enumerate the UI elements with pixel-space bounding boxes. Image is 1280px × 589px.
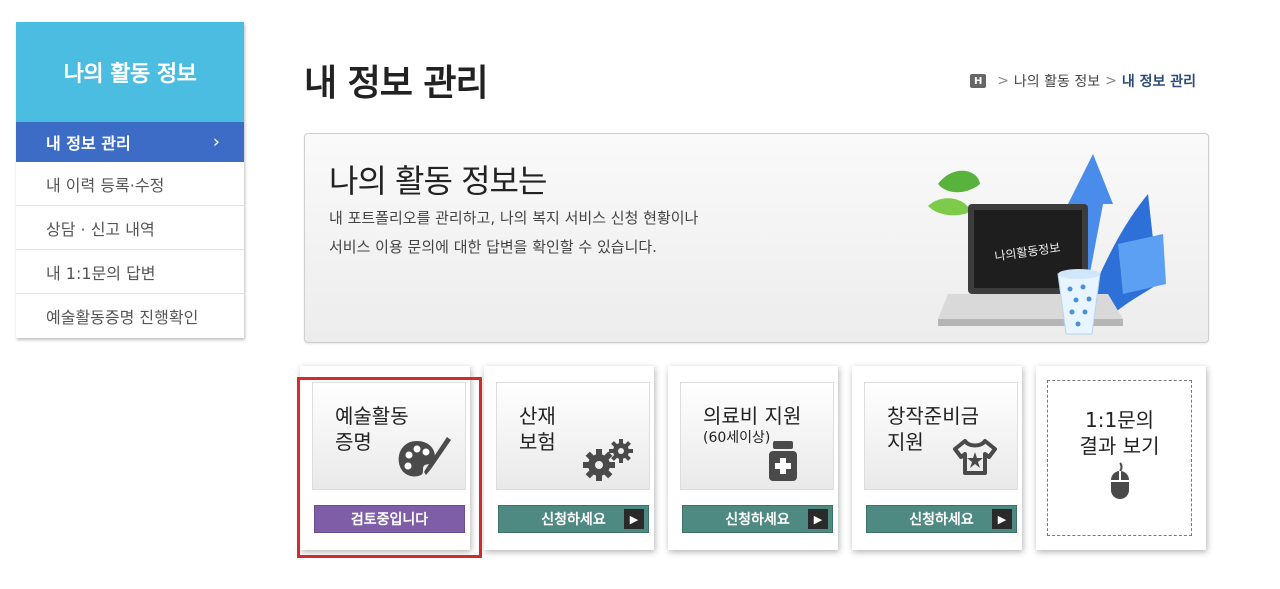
sidebar-item-label: 상담 · 신고 내역 — [46, 219, 155, 239]
card-dashed-frame: 1:1문의 결과 보기 — [1047, 380, 1192, 536]
card-title-line: 산재 — [519, 404, 556, 428]
card-industrial-insurance[interactable]: 산재 보험 신청하세요 ▶ — [484, 366, 654, 550]
card-inquiry-result[interactable]: 1:1문의 결과 보기 — [1036, 366, 1206, 550]
card-title-line: 의료비 지원 — [703, 404, 802, 428]
apply-button[interactable]: 신청하세요 ▶ — [682, 505, 833, 533]
apply-button-label: 신청하세요 — [725, 512, 790, 528]
intro-banner: 나의 활동 정보는 내 포트폴리오를 관리하고, 나의 복지 서비스 신청 현황… — [304, 133, 1209, 343]
card-title-line: 창작준비금 — [887, 404, 979, 428]
sidebar-item-art-cert[interactable]: 예술활동증명 진행확인 — [16, 294, 244, 338]
sidebar-item-inquiry[interactable]: 내 1:1문의 답변 — [16, 250, 244, 294]
apply-button-label: 신청하세요 — [541, 512, 606, 528]
shirt-star-icon — [953, 439, 997, 475]
play-arrow-icon: ▶ — [992, 509, 1012, 529]
sidebar-item-label: 내 정보 관리 — [46, 134, 131, 153]
breadcrumb-current: 내 정보 관리 — [1121, 74, 1196, 90]
sidebar-title: 나의 활동 정보 — [16, 22, 244, 122]
breadcrumb: H > 나의 활동 정보 > 내 정보 관리 — [970, 71, 1196, 91]
home-icon[interactable]: H — [970, 74, 987, 88]
apply-button[interactable]: 신청하세요 ▶ — [866, 505, 1017, 533]
play-arrow-icon: ▶ — [808, 509, 828, 529]
breadcrumb-separator: > — [1105, 73, 1117, 89]
breadcrumb-item[interactable]: 나의 활동 정보 — [1014, 71, 1100, 91]
page-title: 내 정보 관리 — [304, 63, 489, 104]
medicine-bottle-icon — [769, 441, 797, 481]
sidebar: 나의 활동 정보 내 정보 관리 › 내 이력 등록·수정 상담 · 신고 내역… — [16, 22, 244, 338]
selection-highlight — [297, 377, 482, 558]
sidebar-item-my-info[interactable]: 내 정보 관리 › — [16, 122, 244, 162]
banner-desc-line: 내 포트폴리오를 관리하고, 나의 복지 서비스 신청 현황이나 — [329, 209, 699, 227]
banner-description: 내 포트폴리오를 관리하고, 나의 복지 서비스 신청 현황이나 서비스 이용 … — [329, 204, 698, 262]
sidebar-item-history[interactable]: 내 이력 등록·수정 — [16, 162, 244, 206]
play-arrow-icon: ▶ — [624, 509, 644, 529]
card-title-line: 보험 — [519, 430, 556, 454]
sidebar-item-label: 내 이력 등록·수정 — [46, 175, 165, 195]
card-title-line: 1:1문의 — [1085, 408, 1154, 432]
breadcrumb-separator: > — [997, 73, 1009, 89]
laptop-illustration: 나의활동정보 — [928, 154, 1166, 335]
card-medical-support[interactable]: 의료비 지원 (60세이상) 신청하세요 ▶ — [668, 366, 838, 550]
apply-button-label: 신청하세요 — [909, 512, 974, 528]
sidebar-item-label: 내 1:1문의 답변 — [46, 263, 156, 283]
gears-icon — [583, 439, 633, 481]
card-title: 1:1문의 결과 보기 — [1048, 407, 1191, 459]
card-panel: 의료비 지원 (60세이상) — [680, 382, 834, 490]
apply-button[interactable]: 신청하세요 ▶ — [498, 505, 649, 533]
sidebar-item-label: 예술활동증명 진행확인 — [46, 308, 199, 327]
banner-desc-line: 서비스 이용 문의에 대한 답변을 확인할 수 있습니다. — [329, 238, 657, 256]
card-title-line: 결과 보기 — [1079, 434, 1160, 458]
card-creative-fund[interactable]: 창작준비금 지원 신청하세요 ▶ — [852, 366, 1022, 550]
sidebar-item-consult[interactable]: 상담 · 신고 내역 — [16, 206, 244, 250]
chevron-right-icon: › — [212, 131, 220, 153]
banner-heading: 나의 활동 정보는 — [329, 162, 547, 200]
card-panel: 산재 보험 — [496, 382, 650, 490]
mouse-icon — [1111, 462, 1129, 499]
card-panel: 창작준비금 지원 — [864, 382, 1018, 490]
card-title: 산재 보험 — [519, 403, 556, 455]
